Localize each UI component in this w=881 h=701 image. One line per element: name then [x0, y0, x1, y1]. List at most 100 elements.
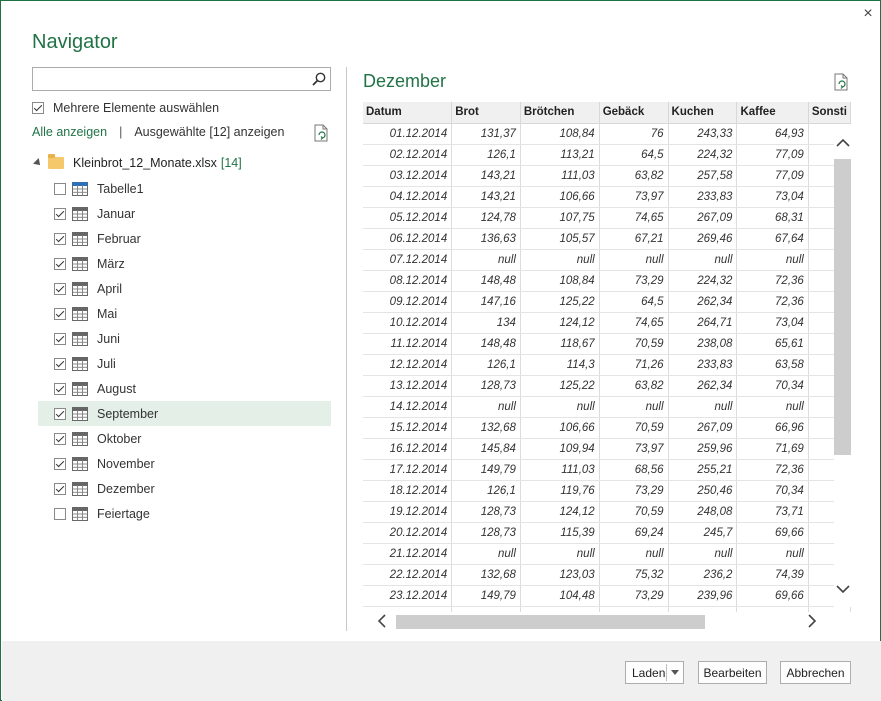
collapse-icon[interactable] [33, 158, 43, 168]
table-cell: 145,84 [451, 438, 521, 460]
table-cell: 68,31 [736, 207, 809, 229]
table-row: 14.12.2014 null null null null null [363, 396, 851, 418]
sheet-checkbox[interactable] [54, 307, 66, 320]
table-cell: 147,16 [451, 291, 521, 313]
column-header[interactable]: Kaffee [736, 102, 809, 124]
sheet-checkbox[interactable] [54, 182, 66, 195]
sheet-checkbox[interactable] [54, 357, 66, 370]
sheet-checkbox[interactable] [54, 282, 66, 295]
table-cell: 131,37 [451, 123, 521, 145]
sheet-label: Dezember [97, 481, 155, 496]
multi-select-checkbox[interactable] [32, 102, 44, 114]
sheet-icon [72, 506, 88, 521]
sheet-item[interactable]: März [38, 251, 331, 276]
pane-divider[interactable] [346, 67, 347, 631]
column-header[interactable]: Brötchen [520, 102, 600, 124]
table-cell: 128,73 [451, 522, 521, 544]
table-cell: 21.12.2014 [363, 543, 453, 565]
preview-refresh-icon[interactable] [833, 73, 849, 91]
table-cell: 148,48 [451, 270, 521, 292]
vertical-scroll-thumb[interactable] [834, 159, 851, 455]
table-cell: 132,68 [451, 417, 521, 439]
column-header[interactable]: Brot [451, 102, 521, 124]
table-cell: null [599, 249, 669, 271]
sheet-label: Januar [97, 206, 136, 221]
load-dropdown-icon[interactable] [671, 670, 679, 675]
sheet-icon [72, 231, 88, 246]
refresh-icon[interactable] [313, 124, 329, 142]
search-icon[interactable] [311, 71, 327, 87]
table-cell: 64,5 [599, 291, 669, 313]
scroll-right-icon[interactable] [807, 614, 817, 631]
sheet-checkbox[interactable] [54, 482, 66, 495]
table-row: 20.12.2014 128,73 115,39 69,24 245,7 69,66 [363, 522, 851, 544]
sheet-item[interactable]: Februar [38, 226, 331, 251]
sheet-label: August [97, 381, 136, 396]
sheet-item[interactable]: April [38, 276, 331, 301]
table-row: 23.12.2014 149,79 104,48 73,29 239,96 69,66 [363, 585, 851, 607]
table-cell: 69,66 [736, 585, 809, 607]
scroll-left-icon[interactable] [377, 614, 387, 631]
sheet-checkbox[interactable] [54, 232, 66, 245]
table-cell: 20.12.2014 [363, 522, 453, 544]
cancel-button[interactable]: Abbrechen [780, 661, 851, 684]
table-cell: null [668, 396, 738, 418]
table-cell: 23.12.2014 [363, 585, 453, 607]
column-header[interactable]: Kuchen [668, 102, 738, 124]
table-cell: 19.12.2014 [363, 501, 453, 523]
table-row: 18.12.2014 126,1 119,76 73,29 250,46 70,34 [363, 480, 851, 502]
column-header[interactable]: Gebäck [599, 102, 669, 124]
sheet-item[interactable]: Mai [38, 301, 331, 326]
search-input[interactable] [33, 68, 303, 90]
table-row: 17.12.2014 149,79 111,03 68,56 255,21 72,36 [363, 459, 851, 481]
table-cell: null [520, 249, 600, 271]
sheet-item[interactable]: Tabelle1 [38, 176, 331, 201]
sheet-item[interactable]: Januar [38, 201, 331, 226]
table-cell: 132,68 [451, 564, 521, 586]
table-cell: null [520, 543, 600, 565]
table-row: 06.12.2014 136,63 105,57 67,21 269,46 67,64 [363, 228, 851, 250]
show-selected-link[interactable]: Ausgewählte [12] anzeigen [134, 125, 284, 139]
table-cell: 70,59 [599, 417, 669, 439]
horizontal-scrollbar[interactable] [363, 612, 851, 631]
sheet-item[interactable]: September [38, 401, 331, 426]
table-cell: 124,12 [520, 312, 600, 334]
workbook-node[interactable]: Kleinbrot_12_Monate.xlsx [14] [33, 154, 242, 172]
sheet-checkbox[interactable] [54, 407, 66, 420]
table-cell: 245,7 [668, 522, 738, 544]
sheet-label: November [97, 456, 155, 471]
sheet-checkbox[interactable] [54, 382, 66, 395]
table-cell: 107,75 [520, 207, 600, 229]
table-cell: null [451, 396, 521, 418]
sheet-item[interactable]: Feiertage [38, 501, 331, 526]
edit-button[interactable]: Bearbeiten [698, 661, 767, 684]
sheet-item[interactable]: Juni [38, 326, 331, 351]
sheet-checkbox[interactable] [54, 207, 66, 220]
table-cell: 73,97 [599, 438, 669, 460]
sheet-checkbox[interactable] [54, 457, 66, 470]
sheet-list: Tabelle1 Januar Februar März April Mai Juni Jul… [38, 176, 331, 526]
table-cell: 134 [451, 312, 521, 334]
sheet-checkbox[interactable] [54, 257, 66, 270]
horizontal-scroll-thumb[interactable] [396, 615, 705, 629]
sheet-item[interactable]: Dezember [38, 476, 331, 501]
close-icon[interactable]: × [860, 6, 876, 22]
table-cell: 69,24 [599, 522, 669, 544]
table-cell: 136,63 [451, 228, 521, 250]
sheet-checkbox[interactable] [54, 332, 66, 345]
column-header[interactable]: Datum [363, 102, 453, 124]
sheet-item[interactable]: November [38, 451, 331, 476]
scroll-down-icon[interactable] [836, 584, 850, 596]
load-button[interactable]: Laden [625, 661, 684, 684]
multi-select-option[interactable]: Mehrere Elemente auswählen [32, 100, 219, 116]
column-header[interactable]: Sonsti [808, 102, 851, 124]
sheet-item[interactable]: Juli [38, 351, 331, 376]
vertical-scrollbar[interactable] [834, 124, 851, 607]
sheet-icon [72, 406, 88, 421]
scroll-up-icon[interactable] [836, 138, 850, 150]
sheet-item[interactable]: Oktober [38, 426, 331, 451]
show-all-link[interactable]: Alle anzeigen [32, 125, 107, 139]
sheet-checkbox[interactable] [54, 507, 66, 520]
sheet-item[interactable]: August [38, 376, 331, 401]
sheet-checkbox[interactable] [54, 432, 66, 445]
